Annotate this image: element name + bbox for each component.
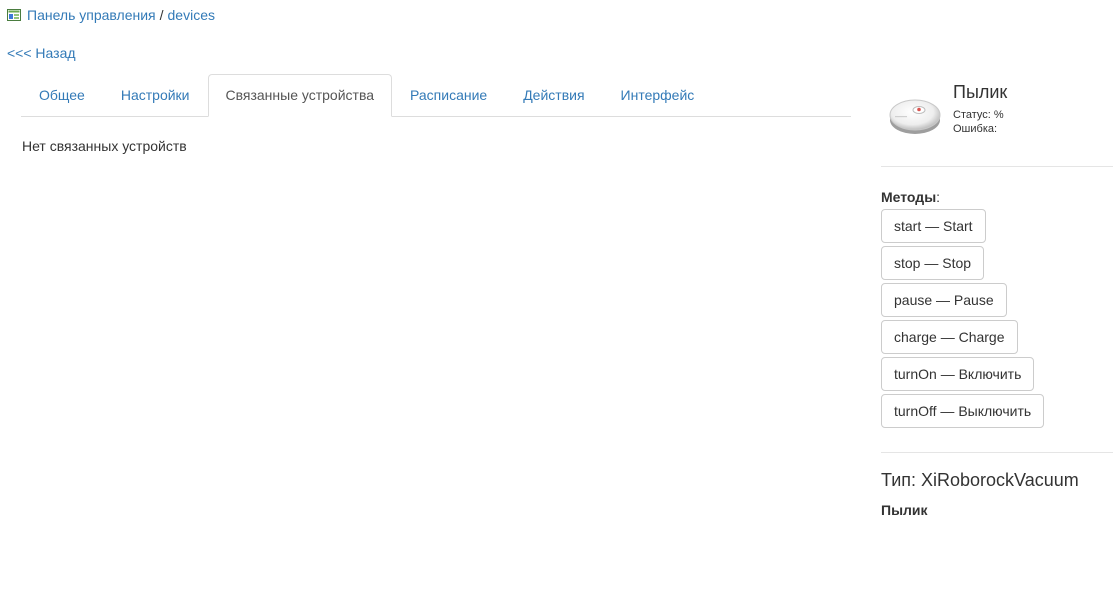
empty-linked-devices-message: Нет связанных устройств bbox=[22, 138, 187, 154]
method-charge-button[interactable]: charge — Charge bbox=[881, 320, 1018, 354]
method-turnoff-button[interactable]: turnOff — Выключить bbox=[881, 394, 1045, 428]
device-header: Пылик Статус: % Ошибка: bbox=[881, 78, 1113, 167]
methods-heading: Методы: bbox=[881, 189, 1113, 205]
method-start-button[interactable]: start — Start bbox=[881, 209, 986, 243]
method-pause-button[interactable]: pause — Pause bbox=[881, 283, 1007, 317]
tab-settings[interactable]: Настройки bbox=[103, 74, 208, 115]
control-panel-icon bbox=[7, 8, 21, 22]
tab-actions[interactable]: Действия bbox=[505, 74, 602, 115]
device-status: Статус: % bbox=[953, 109, 1004, 121]
method-turnon-button[interactable]: turnOn — Включить bbox=[881, 357, 1035, 391]
device-type-name: Пылик bbox=[881, 502, 928, 518]
tab-general[interactable]: Общее bbox=[21, 74, 103, 115]
methods-list: start — Start stop — Stop pause — Pause … bbox=[881, 209, 1113, 453]
method-stop-button[interactable]: stop — Stop bbox=[881, 246, 985, 280]
device-name: Пылик bbox=[953, 82, 1008, 102]
breadcrumb-root-link[interactable]: Панель управления bbox=[27, 7, 156, 23]
robot-vacuum-icon bbox=[885, 80, 945, 140]
breadcrumb-current-link[interactable]: devices bbox=[168, 7, 215, 23]
device-error: Ошибка: bbox=[953, 123, 998, 135]
device-type: Тип: XiRoborockVacuum bbox=[881, 470, 1079, 490]
breadcrumb: Панель управления / devices bbox=[7, 6, 215, 24]
back-link[interactable]: <<< Назад bbox=[7, 45, 76, 61]
tab-schedule[interactable]: Расписание bbox=[392, 74, 505, 115]
methods-label-suffix: : bbox=[936, 189, 941, 205]
breadcrumb-separator: / bbox=[159, 7, 164, 23]
device-side-panel: Пылик Статус: % Ошибка: Методы: start — … bbox=[881, 78, 1113, 518]
tab-interface[interactable]: Интерфейс bbox=[603, 74, 713, 115]
tab-bar: Общее Настройки Связанные устройства Рас… bbox=[21, 74, 851, 117]
tab-linked-devices[interactable]: Связанные устройства bbox=[207, 74, 393, 117]
methods-label: Методы bbox=[881, 189, 937, 205]
